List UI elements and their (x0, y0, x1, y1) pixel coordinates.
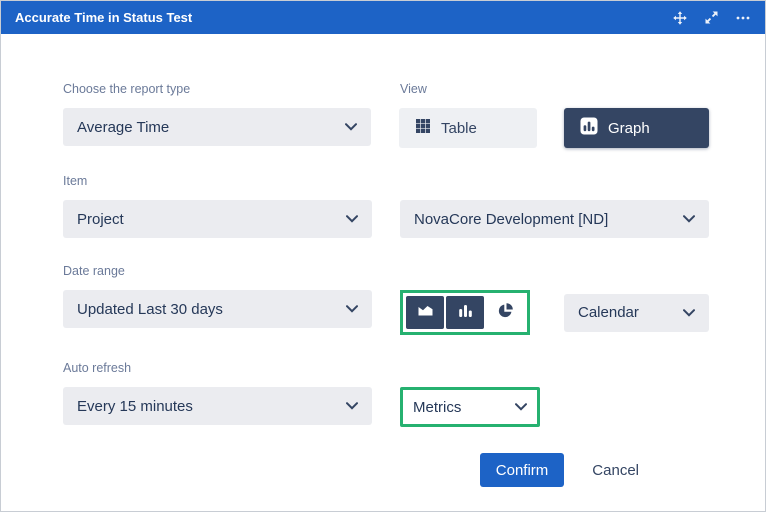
row-item-controls: Project NovaCore Development [ND] (63, 200, 709, 238)
view-table-button[interactable]: Table (399, 108, 537, 148)
view-graph-button[interactable]: Graph (564, 108, 709, 148)
date-range-dropdown[interactable]: Updated Last 30 days (63, 290, 372, 328)
report-type-label: Choose the report type (63, 82, 372, 96)
calendar-value: Calendar (578, 304, 639, 321)
project-value: NovaCore Development [ND] (414, 211, 608, 228)
project-dropdown[interactable]: NovaCore Development [ND] (400, 200, 709, 238)
area-chart-button[interactable] (406, 296, 444, 329)
row-item-labels: Item (63, 174, 709, 200)
auto-refresh-label: Auto refresh (63, 361, 372, 375)
view-table-label: Table (441, 120, 477, 137)
expand-icon[interactable] (704, 10, 719, 25)
item-label: Item (63, 174, 372, 188)
bar-chart-button[interactable] (446, 296, 484, 329)
metrics-value: Metrics (413, 399, 461, 416)
row-report-type-controls: Average Time Table (63, 108, 709, 148)
metrics-dropdown[interactable]: Metrics (400, 387, 540, 427)
view-label: View (400, 82, 709, 96)
area-chart-icon (417, 303, 434, 323)
calendar-dropdown[interactable]: Calendar (564, 294, 709, 332)
chevron-down-icon (683, 309, 695, 317)
report-type-value: Average Time (77, 119, 169, 136)
auto-refresh-value: Every 15 minutes (77, 398, 193, 415)
dialog-title: Accurate Time in Status Test (15, 10, 192, 25)
date-range-value: Updated Last 30 days (77, 301, 223, 318)
report-type-dropdown[interactable]: Average Time (63, 108, 371, 146)
dialog: Accurate Time in Status Test (0, 0, 766, 512)
more-icon[interactable] (735, 10, 751, 26)
date-range-label: Date range (63, 264, 372, 278)
row-daterange-controls: Updated Last 30 days (63, 290, 709, 335)
chevron-down-icon (346, 402, 358, 410)
row-autorefresh-labels: Auto refresh (63, 361, 709, 387)
item-type-value: Project (77, 211, 124, 228)
view-graph-label: Graph (608, 120, 650, 137)
row-report-type-labels: Choose the report type View (63, 82, 709, 108)
chevron-down-icon (346, 305, 358, 313)
dialog-body: Choose the report type View Average Time (1, 34, 765, 511)
item-type-dropdown[interactable]: Project (63, 200, 372, 238)
chevron-down-icon (346, 215, 358, 223)
move-icon[interactable] (672, 10, 688, 26)
graph-icon (580, 117, 598, 139)
row-autorefresh-controls: Every 15 minutes Metrics (63, 387, 709, 427)
chevron-down-icon (345, 123, 357, 131)
auto-refresh-dropdown[interactable]: Every 15 minutes (63, 387, 372, 425)
bar-chart-icon (457, 303, 474, 323)
row-daterange-labels: Date range (63, 264, 709, 290)
header-icons (672, 10, 751, 26)
pie-chart-button[interactable] (486, 296, 524, 329)
pie-chart-icon (497, 302, 514, 324)
table-icon (415, 118, 431, 138)
chevron-down-icon (515, 403, 527, 411)
chevron-down-icon (683, 215, 695, 223)
cancel-button[interactable]: Cancel (592, 462, 639, 479)
chart-type-group (400, 290, 530, 335)
dialog-footer: Confirm Cancel (63, 453, 709, 487)
confirm-button[interactable]: Confirm (480, 453, 565, 487)
dialog-header: Accurate Time in Status Test (1, 1, 765, 34)
